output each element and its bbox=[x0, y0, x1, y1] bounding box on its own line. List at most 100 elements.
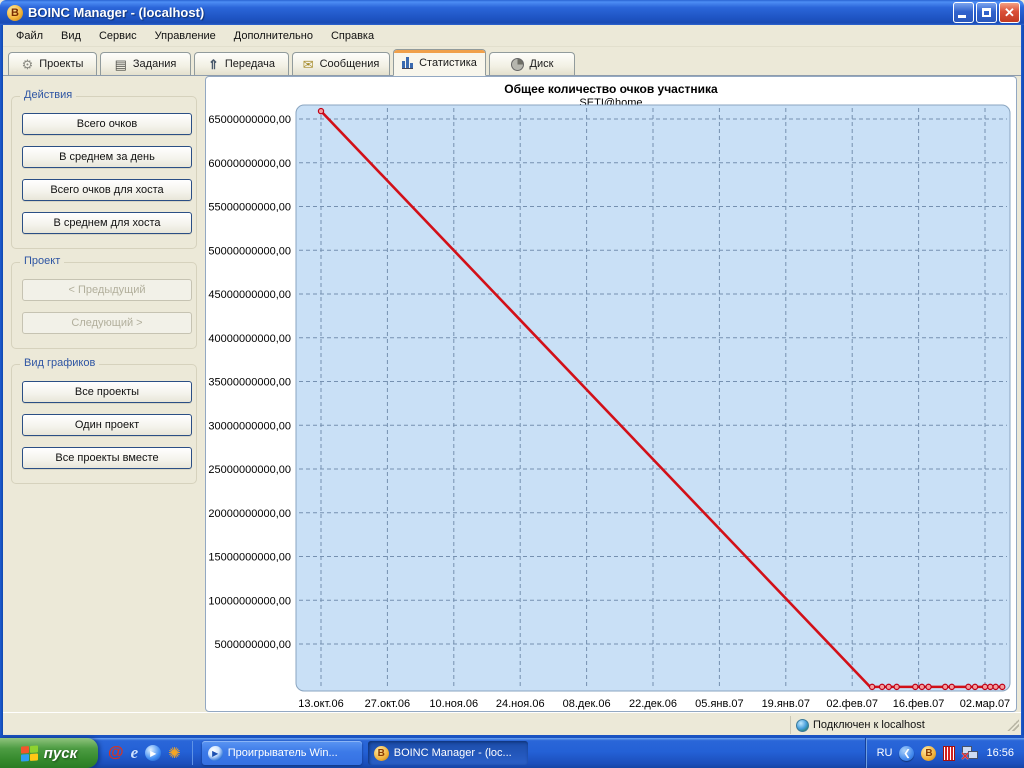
tab-tasks[interactable]: ▤ Задания bbox=[100, 52, 191, 75]
tab-statistics[interactable]: Статистика bbox=[393, 49, 486, 76]
menu-view[interactable]: Вид bbox=[52, 27, 90, 45]
svg-text:10.ноя.06: 10.ноя.06 bbox=[429, 698, 478, 710]
svg-text:27.окт.06: 27.окт.06 bbox=[365, 698, 410, 710]
statistics-page: Действия Всего очков В среднем за день В… bbox=[3, 76, 1021, 712]
language-indicator[interactable]: RU bbox=[877, 747, 893, 759]
svg-text:45000000000,00: 45000000000,00 bbox=[208, 289, 291, 301]
host-total-credit-button[interactable]: Всего очков для хоста bbox=[22, 179, 192, 201]
average-per-day-button[interactable]: В среднем за день bbox=[22, 146, 192, 168]
one-project-button[interactable]: Один проект bbox=[22, 414, 192, 436]
envelope-icon: ✉ bbox=[303, 58, 314, 71]
striped-app-tray-icon[interactable] bbox=[943, 746, 955, 761]
close-button[interactable]: ✕ bbox=[999, 2, 1020, 23]
graph-view-group: Вид графиков Все проекты Один проект Все… bbox=[11, 364, 197, 484]
bar-chart-icon bbox=[402, 57, 413, 69]
project-group: Проект < Предыдущий Следующий > bbox=[11, 262, 197, 349]
network-disconnected-icon[interactable]: ✕ bbox=[962, 746, 979, 761]
boinc-app-icon: B bbox=[7, 5, 23, 21]
quick-launch: @ e ▶ ✺ bbox=[98, 743, 189, 763]
svg-text:02.фев.07: 02.фев.07 bbox=[826, 698, 878, 710]
svg-text:65000000000,00: 65000000000,00 bbox=[208, 114, 291, 126]
taskbar-divider bbox=[192, 741, 193, 765]
previous-project-button[interactable]: < Предыдущий bbox=[22, 279, 192, 301]
tab-projects[interactable]: ⚙ Проекты bbox=[8, 52, 97, 75]
task-label: BOINC Manager - (loc... bbox=[394, 747, 512, 759]
task-list-icon: ▤ bbox=[115, 58, 127, 71]
resize-grip[interactable] bbox=[1007, 719, 1019, 731]
bat-icon[interactable]: ✺ bbox=[168, 744, 181, 762]
menu-advanced[interactable]: Дополнительно bbox=[225, 27, 322, 45]
menu-file[interactable]: Файл bbox=[7, 27, 52, 45]
svg-text:55000000000,00: 55000000000,00 bbox=[208, 202, 291, 214]
next-project-button[interactable]: Следующий > bbox=[22, 312, 192, 334]
task-button-media-player[interactable]: ▶ Проигрыватель Win... bbox=[202, 741, 362, 765]
tab-label: Диск bbox=[530, 58, 554, 70]
status-bar: Подключен к localhost bbox=[3, 712, 1021, 735]
actions-group: Действия Всего очков В среднем за день В… bbox=[11, 96, 197, 249]
internet-explorer-icon[interactable]: e bbox=[131, 743, 139, 763]
disk-pie-icon bbox=[511, 58, 524, 71]
taskbar: пуск @ e ▶ ✺ ▶ Проигрыватель Win... B BO… bbox=[0, 738, 1024, 768]
sidebar: Действия Всего очков В среднем за день В… bbox=[3, 76, 205, 712]
svg-text:10000000000,00: 10000000000,00 bbox=[208, 595, 291, 607]
tab-messages[interactable]: ✉ Сообщения bbox=[292, 52, 390, 75]
svg-text:40000000000,00: 40000000000,00 bbox=[208, 333, 291, 345]
tray-collapse-icon[interactable]: ❮ bbox=[899, 746, 914, 761]
svg-text:15000000000,00: 15000000000,00 bbox=[208, 552, 291, 564]
mail-icon[interactable]: @ bbox=[108, 744, 124, 762]
svg-text:08.дек.06: 08.дек.06 bbox=[563, 698, 611, 710]
svg-text:02.мар.07: 02.мар.07 bbox=[960, 698, 1010, 710]
media-player-icon: ▶ bbox=[208, 746, 223, 761]
svg-text:5000000000,00: 5000000000,00 bbox=[215, 639, 291, 651]
start-button[interactable]: пуск bbox=[0, 738, 98, 768]
svg-text:13.окт.06: 13.окт.06 bbox=[298, 698, 343, 710]
svg-text:60000000000,00: 60000000000,00 bbox=[208, 158, 291, 170]
task-label: Проигрыватель Win... bbox=[228, 747, 338, 759]
tab-disk[interactable]: Диск bbox=[489, 52, 575, 75]
task-button-boinc[interactable]: B BOINC Manager - (loc... bbox=[368, 741, 528, 765]
all-projects-together-button[interactable]: Все проекты вместе bbox=[22, 447, 192, 469]
tab-label: Задания bbox=[133, 58, 176, 70]
restore-button[interactable] bbox=[976, 2, 997, 23]
title-bar[interactable]: B BOINC Manager - (localhost) ✕ bbox=[0, 0, 1024, 25]
status-text: Подключен к localhost bbox=[813, 719, 925, 731]
clock: 16:56 bbox=[986, 747, 1014, 759]
boinc-icon: B bbox=[374, 746, 389, 761]
tab-label: Проекты bbox=[39, 58, 83, 70]
restore-icon bbox=[982, 8, 991, 17]
all-projects-button[interactable]: Все проекты bbox=[22, 381, 192, 403]
system-tray: RU ❮ B ✕ 16:56 bbox=[866, 738, 1024, 768]
upload-arrow-icon: ⇑ bbox=[208, 58, 219, 71]
connection-status: Подключен к localhost bbox=[790, 716, 1002, 734]
tab-strip: ⚙ Проекты ▤ Задания ⇑ Передача ✉ Сообщен… bbox=[3, 47, 1021, 76]
host-average-button[interactable]: В среднем для хоста bbox=[22, 212, 192, 234]
minimize-icon bbox=[958, 15, 966, 18]
group-title: Вид графиков bbox=[20, 357, 99, 369]
tab-label: Передача bbox=[225, 58, 275, 70]
boinc-tray-icon[interactable]: B bbox=[921, 746, 936, 761]
window-title: BOINC Manager - (localhost) bbox=[28, 5, 951, 20]
menu-bar: Файл Вид Сервис Управление Дополнительно… bbox=[3, 25, 1021, 47]
menu-help[interactable]: Справка bbox=[322, 27, 383, 45]
media-player-icon[interactable]: ▶ bbox=[145, 745, 161, 761]
connected-globe-icon bbox=[796, 719, 809, 732]
svg-text:22.дек.06: 22.дек.06 bbox=[629, 698, 677, 710]
tab-transfers[interactable]: ⇑ Передача bbox=[194, 52, 289, 75]
chart-panel: Общее количество очков участника SETI@ho… bbox=[205, 76, 1017, 712]
svg-text:19.янв.07: 19.янв.07 bbox=[762, 698, 810, 710]
credit-line-chart: 5000000000,00 10000000000,00 15000000000,0… bbox=[206, 77, 1016, 711]
svg-text:05.янв.07: 05.янв.07 bbox=[695, 698, 743, 710]
svg-text:30000000000,00: 30000000000,00 bbox=[208, 420, 291, 432]
minimize-button[interactable] bbox=[953, 2, 974, 23]
svg-text:24.ноя.06: 24.ноя.06 bbox=[496, 698, 545, 710]
menu-service[interactable]: Сервис bbox=[90, 27, 146, 45]
app-window: B BOINC Manager - (localhost) ✕ Файл Вид… bbox=[0, 0, 1024, 738]
svg-text:35000000000,00: 35000000000,00 bbox=[208, 377, 291, 389]
windows-flag-icon bbox=[21, 745, 38, 761]
total-credit-button[interactable]: Всего очков bbox=[22, 113, 192, 135]
gear-icon: ⚙ bbox=[22, 58, 34, 71]
svg-text:16.фев.07: 16.фев.07 bbox=[893, 698, 945, 710]
menu-manage[interactable]: Управление bbox=[146, 27, 225, 45]
svg-text:25000000000,00: 25000000000,00 bbox=[208, 464, 291, 476]
tab-label: Сообщения bbox=[320, 58, 380, 70]
